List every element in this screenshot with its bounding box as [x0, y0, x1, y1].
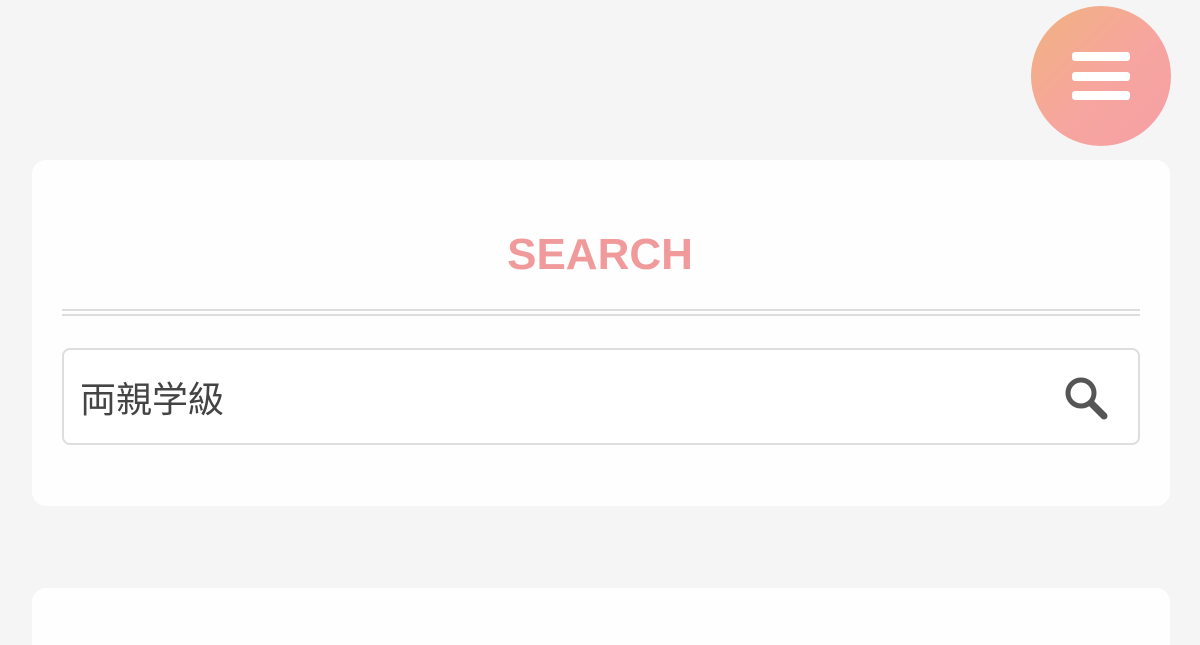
- page: SEARCH: [0, 0, 1200, 645]
- hamburger-menu-icon: [1072, 52, 1130, 100]
- menu-button[interactable]: [1031, 6, 1171, 146]
- search-input[interactable]: [80, 350, 1040, 443]
- title-divider: [62, 309, 1140, 316]
- search-widget-title: SEARCH: [507, 230, 693, 279]
- search-icon[interactable]: [1062, 374, 1110, 422]
- search-widget-card: [32, 160, 1170, 506]
- search-box: [62, 348, 1140, 445]
- next-widget-card: [32, 588, 1170, 645]
